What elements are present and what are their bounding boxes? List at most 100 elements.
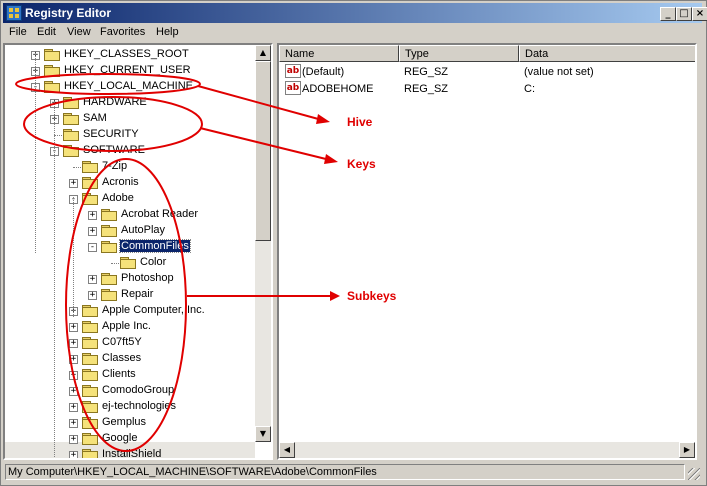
folder-icon	[120, 257, 136, 269]
tree-item[interactable]: + InstallShield	[5, 447, 255, 458]
tree-item[interactable]: - HKEY_LOCAL_MACHINE	[5, 79, 255, 95]
collapse-icon[interactable]: -	[88, 243, 97, 252]
expand-icon[interactable]: +	[69, 179, 78, 188]
tree-guide-line	[54, 101, 55, 458]
values-list-pane[interactable]: Name Type Data ab (Default) REG_SZ (valu…	[277, 43, 697, 460]
tree-item[interactable]: SECURITY	[5, 127, 255, 143]
tree-item[interactable]: + AutoPlay	[5, 223, 255, 239]
folder-icon	[101, 273, 117, 285]
scroll-up-button[interactable]: ▲	[255, 45, 271, 61]
scroll-left-button[interactable]: ◀	[279, 442, 295, 458]
column-header-data[interactable]: Data	[519, 45, 695, 62]
tree-item[interactable]: + Apple Computer, Inc.	[5, 303, 255, 319]
expand-icon[interactable]: +	[88, 227, 97, 236]
folder-icon	[82, 433, 98, 445]
tree-item[interactable]: Color	[5, 255, 255, 271]
tree-item[interactable]: + C07ft5Y	[5, 335, 255, 351]
tree-item[interactable]: + Repair	[5, 287, 255, 303]
tree-item-label: Adobe	[102, 192, 134, 204]
keys-annotation-label: Keys	[347, 157, 376, 171]
menu-help[interactable]: Help	[156, 26, 179, 38]
menu-view[interactable]: View	[67, 26, 91, 38]
scroll-down-button[interactable]: ▼	[255, 426, 271, 442]
folder-icon	[63, 129, 79, 141]
tree-item-label: HKEY_CLASSES_ROOT	[64, 48, 189, 60]
tree-item[interactable]: + SAM	[5, 111, 255, 127]
value-name: (Default)	[302, 66, 345, 78]
close-button[interactable]: ×	[692, 7, 707, 21]
key-tree-pane[interactable]: ▲ ▼ + HKEY_CLASSES_ROOT + HKEY_CURRENT_USER…	[3, 43, 273, 460]
tree-item-label: SECURITY	[83, 128, 139, 140]
value-data: (value not set)	[524, 66, 594, 78]
value-data: C:	[524, 83, 535, 95]
folder-icon	[82, 369, 98, 381]
tree-item[interactable]: + Gemplus	[5, 415, 255, 431]
menu-bar: File Edit View Favorites Help	[3, 24, 702, 42]
minimize-button[interactable]: _	[660, 7, 676, 21]
folder-icon	[63, 97, 79, 109]
resize-grip-icon[interactable]	[688, 468, 700, 480]
expand-icon[interactable]: +	[69, 387, 78, 396]
tree-item[interactable]: + Acrobat Reader	[5, 207, 255, 223]
tree-item[interactable]: + Photoshop	[5, 271, 255, 287]
scroll-right-button[interactable]: ▶	[679, 442, 695, 458]
tree-item-label: Apple Inc.	[102, 320, 151, 332]
scroll-thumb[interactable]	[255, 61, 271, 241]
tree-item-label: Gemplus	[102, 416, 147, 428]
tree-item[interactable]: - SOFTWARE	[5, 143, 255, 159]
expand-icon[interactable]: +	[88, 291, 97, 300]
expand-icon[interactable]: +	[69, 403, 78, 412]
tree-item[interactable]: + Acronis	[5, 175, 255, 191]
tree-item[interactable]: - CommonFiles	[5, 239, 255, 255]
tree-item[interactable]: + HKEY_CURRENT_USER	[5, 63, 255, 79]
list-horizontal-scrollbar[interactable]: ◀ ▶	[279, 442, 695, 458]
expand-icon[interactable]: +	[69, 339, 78, 348]
tree-item[interactable]: - Adobe	[5, 191, 255, 207]
tree-item[interactable]: + Apple Inc.	[5, 319, 255, 335]
expand-icon[interactable]: +	[88, 211, 97, 220]
tree-item[interactable]: + HARDWARE	[5, 95, 255, 111]
tree-item-label: SAM	[83, 112, 107, 124]
expand-icon[interactable]: +	[69, 419, 78, 428]
folder-icon	[82, 337, 98, 349]
tree-item[interactable]: + Clients	[5, 367, 255, 383]
status-path: My Computer\HKEY_LOCAL_MACHINE\SOFTWARE\…	[5, 464, 685, 480]
tree-item-label: ej-technologies	[102, 400, 176, 412]
expand-icon[interactable]: +	[69, 323, 78, 332]
folder-icon	[44, 49, 60, 61]
expand-icon[interactable]: +	[69, 451, 78, 458]
expand-icon[interactable]: +	[69, 435, 78, 444]
tree-guide-line	[35, 53, 36, 253]
tree-item[interactable]: + Classes	[5, 351, 255, 367]
tree-item-label: Color	[140, 256, 167, 268]
string-value-icon: ab	[285, 81, 301, 95]
expand-icon[interactable]: +	[88, 275, 97, 284]
tree-item-label: Apple Computer, Inc.	[102, 304, 205, 316]
tree-item-label: 7-Zip	[102, 160, 128, 172]
folder-icon	[82, 385, 98, 397]
tree-item-label: CommonFiles	[119, 239, 191, 253]
title-bar[interactable]: Registry Editor _ □ ×	[3, 3, 707, 23]
menu-edit[interactable]: Edit	[37, 26, 56, 38]
column-header-type[interactable]: Type	[399, 45, 519, 62]
expand-icon[interactable]: +	[69, 355, 78, 364]
folder-icon	[44, 81, 60, 93]
tree-item[interactable]: + ej-technologies	[5, 399, 255, 415]
menu-favorites[interactable]: Favorites	[100, 26, 145, 38]
column-header-name[interactable]: Name	[279, 45, 399, 62]
folder-icon	[63, 145, 79, 157]
tree-vertical-scrollbar[interactable]: ▲ ▼	[255, 45, 271, 442]
tree-item[interactable]: + HKEY_CLASSES_ROOT	[5, 47, 255, 63]
folder-icon	[82, 161, 98, 173]
value-name: ADOBEHOME	[302, 83, 374, 95]
expand-icon[interactable]: +	[69, 371, 78, 380]
tree-item[interactable]: + ComodoGroup	[5, 383, 255, 399]
tree-item-label: Repair	[121, 288, 154, 300]
tree-item-label: ComodoGroup	[102, 384, 175, 396]
tree-item[interactable]: + Google	[5, 431, 255, 447]
maximize-button[interactable]: □	[676, 7, 692, 21]
tree-item[interactable]: 7-Zip	[5, 159, 255, 175]
menu-file[interactable]: File	[9, 26, 27, 38]
folder-icon	[82, 417, 98, 429]
value-type: REG_SZ	[404, 66, 449, 78]
